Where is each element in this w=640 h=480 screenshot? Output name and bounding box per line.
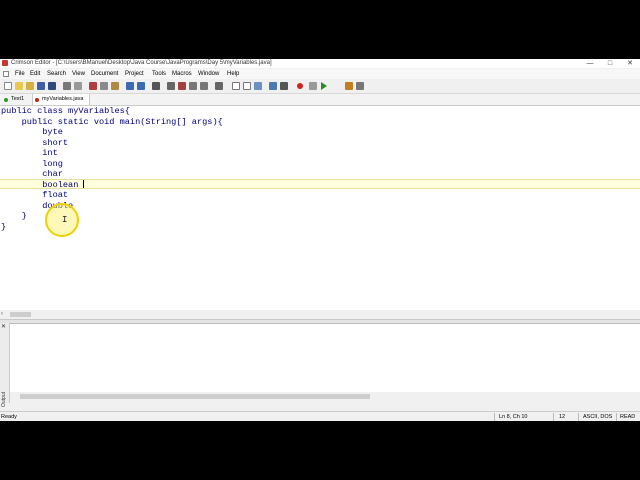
goto-icon[interactable] [189,82,197,90]
code-line: int [1,148,58,158]
menu-help[interactable]: Help [227,69,239,79]
output-sidebar: ✕ Output [0,323,10,407]
status-bar: Ready Ln 8, Ch 10 12 ASCII, DOS READ [0,411,640,421]
menu-project[interactable]: Project [125,69,144,79]
open-icon[interactable] [15,82,23,90]
new-file-icon[interactable] [4,82,12,90]
open-folder-icon[interactable] [26,82,34,90]
menu-macros[interactable]: Macros [172,69,192,79]
tab-label: myVariables.java [42,96,84,102]
output-window[interactable] [10,323,640,392]
scroll-left-icon[interactable]: ‹ [1,310,3,319]
code-line: } [1,211,27,221]
ibeam-cursor-icon: I [62,215,68,225]
output-horizontal-scrollbar[interactable] [10,392,640,401]
find-icon[interactable] [152,82,160,90]
menu-edit[interactable]: Edit [30,69,40,79]
redo-icon[interactable] [137,82,145,90]
menu-search[interactable]: Search [47,69,66,79]
maximize-button[interactable]: □ [600,59,620,68]
crimson-editor-window: Crimson Editor - [C:\Users\BManuel\Deskt… [0,59,640,421]
code-line: boolean [1,179,79,190]
code-line: long [1,158,63,169]
code-line: public static void main(String[] args){ [1,116,223,127]
menu-view[interactable]: View [72,69,85,79]
scrollbar-thumb[interactable] [20,394,370,399]
tab-status-icon [4,98,8,102]
minimize-button[interactable]: — [580,59,600,68]
menu-window[interactable]: Window [198,69,219,79]
text-caret [83,180,84,188]
cursor-position: Ln 8, Ch 10 [499,414,528,420]
close-button[interactable]: ✕ [620,59,640,68]
code-line: public class myVariables{ [1,106,130,116]
status-divider [494,413,495,421]
scrollbar-thumb[interactable] [10,312,31,317]
output-panel: ✕ Output [0,323,640,407]
tab-label: Text1 [11,96,25,102]
status-divider [578,413,579,421]
undo-icon[interactable] [126,82,134,90]
tab-myvariables-java[interactable]: myVariables.java [32,94,90,105]
pause-macro-icon[interactable] [309,82,317,90]
document-tabs: Text1 myVariables.java [0,94,640,106]
code-line: } [1,221,7,232]
code-line: float [1,190,69,200]
editor-horizontal-scrollbar[interactable]: ‹ [0,310,640,319]
play-macro-icon[interactable] [321,82,327,90]
toggle-output-icon[interactable] [254,82,262,90]
document-menu-icon[interactable] [3,71,9,77]
window-title: Crimson Editor - [C:\Users\BManuel\Deskt… [11,60,272,66]
title-bar: Crimson Editor - [C:\Users\BManuel\Deskt… [0,59,640,68]
save-icon[interactable] [37,82,45,90]
code-editor[interactable]: public class myVariables{ public static … [0,106,640,310]
tab-text1[interactable]: Text1 [3,94,29,105]
current-line-highlight [0,179,640,189]
status-divider [616,413,617,421]
split-window-icon[interactable] [243,82,251,90]
status-text: Ready [1,414,17,420]
word-wrap-icon[interactable] [232,82,240,90]
tab-modified-icon [35,98,39,102]
menu-bar: File Edit Search View Document Project T… [0,69,640,79]
replace-icon[interactable] [178,82,186,90]
find-next-icon[interactable] [167,82,175,90]
output-label: Output [1,391,7,407]
file-encoding: ASCII, DOS [583,414,613,420]
save-all-icon[interactable] [48,82,56,90]
record-macro-icon[interactable] [297,83,303,89]
print-icon[interactable] [63,82,71,90]
code-line: short [1,137,69,148]
menu-file[interactable]: File [15,69,25,79]
menu-document[interactable]: Document [91,69,118,79]
goto-line-icon[interactable] [200,82,208,90]
home-icon[interactable] [356,82,364,90]
tab-size: 12 [559,414,566,420]
code-line: byte [1,127,63,137]
edit-mode: READ [620,414,636,420]
settings-icon[interactable] [269,82,277,90]
cut-icon[interactable] [89,82,97,90]
close-icon[interactable]: ✕ [1,324,6,330]
highlight-icon[interactable] [280,82,288,90]
status-divider [553,413,554,421]
copy-icon[interactable] [100,82,108,90]
app-icon [2,60,8,66]
paste-icon[interactable] [111,82,119,90]
menu-tools[interactable]: Tools [152,69,166,79]
column-mode-icon[interactable] [215,82,223,90]
code-line: char [1,169,63,179]
help-icon[interactable] [345,82,353,90]
print-preview-icon[interactable] [74,82,82,90]
toolbar [0,80,640,94]
